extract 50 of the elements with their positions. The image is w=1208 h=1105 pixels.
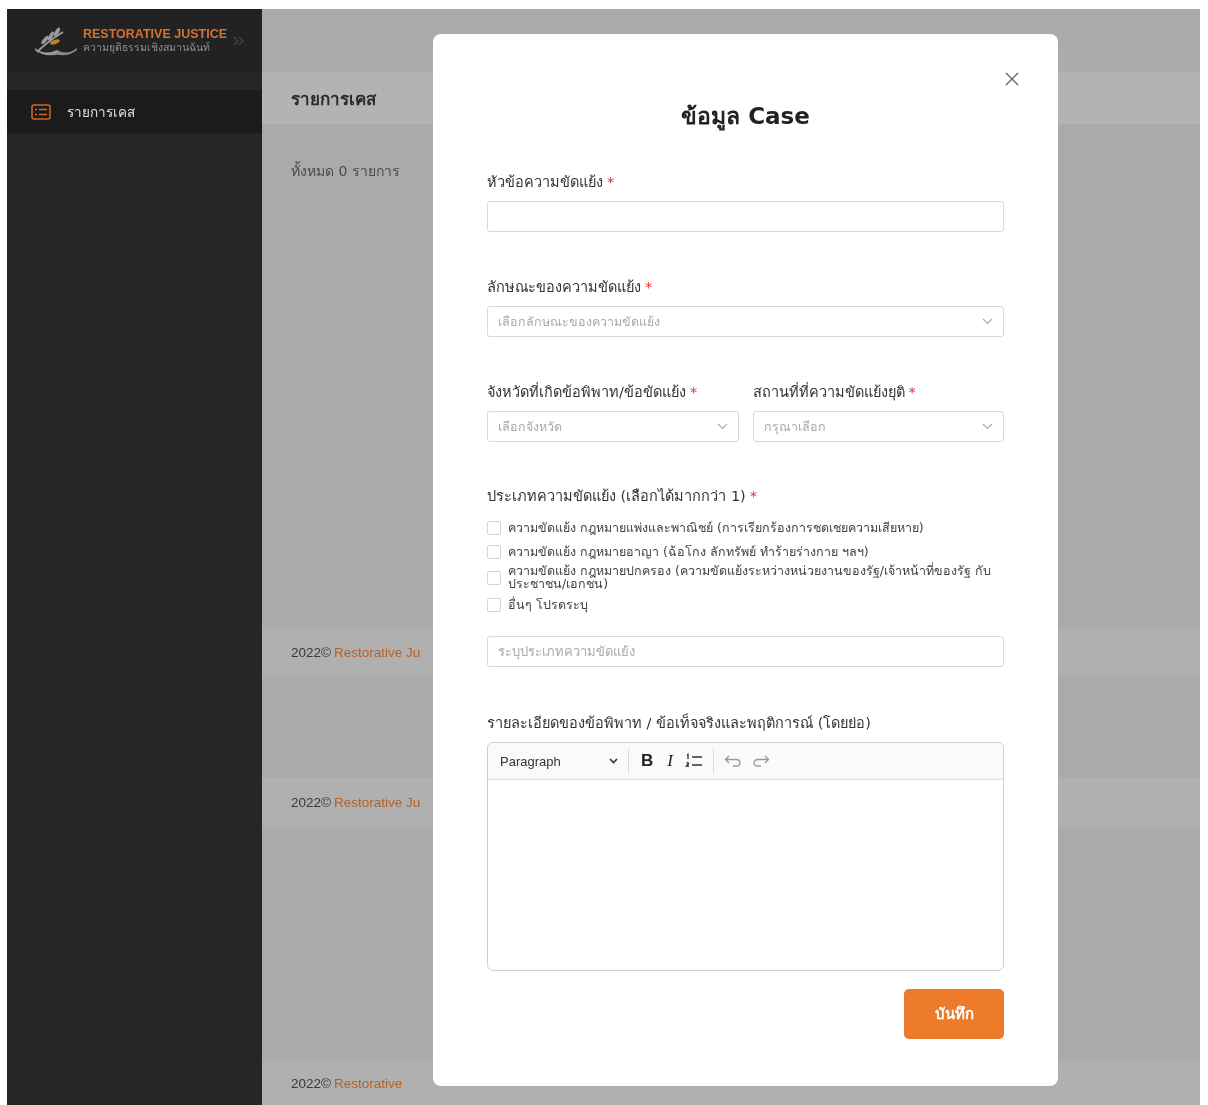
field-label: สถานที่ที่ความขัดแย้งยุติ [752, 384, 905, 400]
checkbox[interactable] [487, 521, 501, 535]
copyright-year: 2022© [291, 795, 331, 811]
field-label: ลักษณะของความขัดแย้ง [487, 279, 641, 295]
logo-subtitle: ความยุติธรรมเชิงสมานฉันท์ [83, 41, 211, 54]
field-label: ประเภทความขัดแย้ง (เลือกได้มากกว่า 1) [487, 488, 746, 504]
chevron-down-icon [982, 318, 993, 325]
undo-icon[interactable] [723, 754, 742, 768]
field-label: รายละเอียดของข้อพิพาท / ข้อเท็จจริงและพฤติการณ์ (โดยย่อ) [487, 715, 872, 731]
bold-button[interactable]: B [639, 751, 656, 771]
logo-title: RESTORATIVE JUSTICE [83, 27, 227, 42]
field-label: หัวข้อความขัดแย้ง [487, 174, 603, 190]
input-field[interactable]: ระบุประเภทความขัดแย้ง [487, 636, 1004, 667]
field-label: จังหวัดที่เกิดข้อพิพาท/ข้อขัดแย้ง [487, 384, 686, 400]
checkbox-label: ความขัดแย้ง กฎหมายอาญา (ฉ้อโกง ลักทรัพย์ ทำร้ายร่างกาย ฯลฯ) [508, 545, 869, 559]
record-count: ทั้งหมด 0 รายการ [291, 163, 400, 179]
double-chevron-icon[interactable] [233, 35, 245, 46]
copyright-year: 2022© [291, 1076, 331, 1091]
required-mark: * [607, 174, 615, 190]
sidebar-item[interactable]: รายการเคส [7, 90, 262, 133]
checkbox-label: ความขัดแย้ง กฎหมายแพ่งและพาณิชย์ (การเรียกร้องการชดเชยความเสียหาย) [508, 521, 924, 535]
list-icon [31, 103, 51, 120]
chevron-down-icon [982, 423, 993, 430]
olive-branch-hands-icon [33, 25, 79, 56]
select-field[interactable]: เลือกจังหวัด [487, 411, 739, 442]
required-mark: * [908, 384, 916, 400]
italic-button[interactable]: I [665, 751, 675, 771]
modal-title: ข้อมูล Case [680, 102, 811, 130]
numbered-list-icon[interactable] [684, 753, 703, 769]
required-mark: * [749, 488, 757, 504]
format-dropdown[interactable]: Paragraph [500, 753, 618, 769]
required-mark: * [689, 384, 698, 400]
select-field[interactable]: เลือกลักษณะของความขัดแย้ง [487, 306, 1004, 337]
redo-icon[interactable] [751, 754, 770, 768]
close-icon[interactable] [1005, 72, 1019, 86]
footer-link[interactable]: Restorative Ju [334, 795, 421, 811]
page-title: รายการเคส [291, 87, 376, 111]
checkbox[interactable] [487, 598, 501, 612]
checkbox[interactable] [487, 570, 501, 585]
select-field[interactable]: กรุณาเลือก [752, 411, 1004, 442]
checkbox[interactable] [487, 545, 501, 559]
footer-link[interactable]: Restorative [334, 1076, 403, 1091]
copyright-year: 2022© [291, 644, 331, 660]
chevron-down-icon [609, 758, 618, 764]
checkbox-label: อื่นๆ โปรดระบุ [508, 598, 588, 612]
input-field[interactable] [487, 201, 1004, 232]
chevron-down-icon [716, 423, 728, 430]
required-mark: * [645, 279, 653, 295]
save-button[interactable]: บันทึก [904, 989, 1004, 1039]
footer-link[interactable]: Restorative Ju [334, 644, 421, 660]
